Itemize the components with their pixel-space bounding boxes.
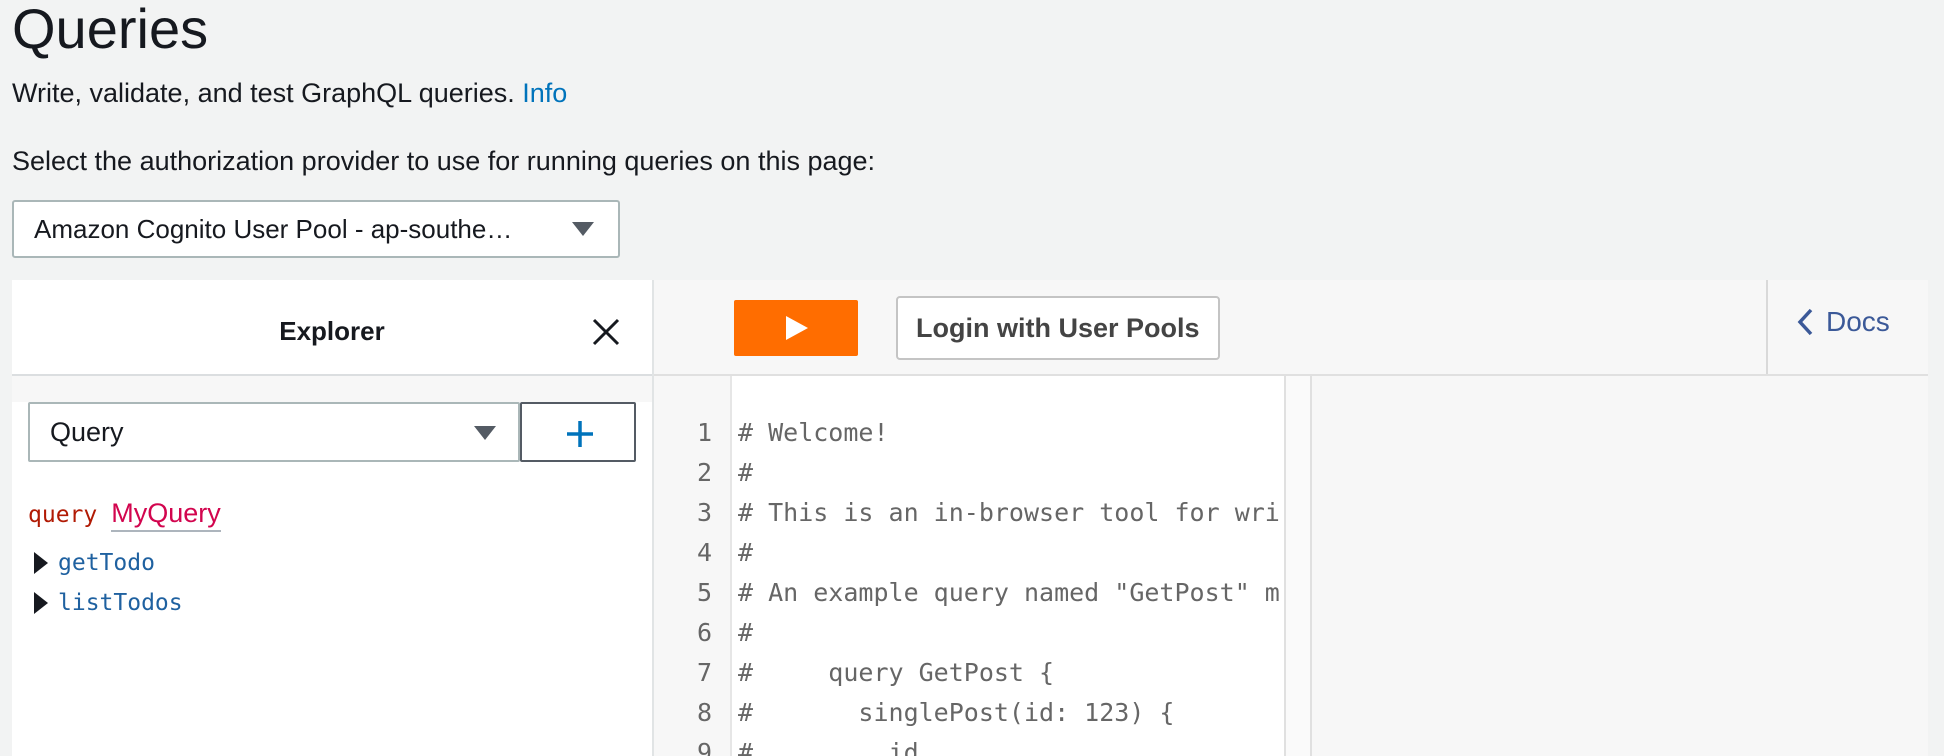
triangle-right-icon — [34, 552, 48, 574]
docs-label: Docs — [1826, 306, 1890, 337]
graphiql-panel: Explorer Query query MyQuery getTodo lis… — [12, 280, 1928, 756]
editor-scrollbar[interactable] — [1286, 376, 1310, 756]
query-definition: query MyQuery — [28, 498, 221, 532]
explorer-header: Explorer — [12, 280, 652, 376]
auth-provider-value: Amazon Cognito User Pool - ap-southe… — [34, 213, 513, 244]
code-line: # — [738, 458, 754, 487]
caret-down-icon — [474, 426, 496, 440]
query-name-input[interactable]: MyQuery — [111, 498, 221, 532]
field-item-listtodos[interactable]: listTodos — [34, 590, 183, 616]
code-line: # Welcome! — [738, 418, 889, 447]
code-line: # This is an in-browser tool for wri — [738, 498, 1280, 527]
query-editor[interactable]: 1 2 3 4 5 6 7 8 9 # Welcome! # # This is… — [654, 376, 1284, 756]
code-line: # — [738, 618, 754, 647]
auth-provider-select[interactable]: Amazon Cognito User Pool - ap-southe… — [12, 200, 620, 258]
description-text: Write, validate, and test GraphQL querie… — [12, 78, 515, 108]
query-keyword: query — [28, 502, 98, 528]
line-number: 8 — [696, 698, 712, 727]
code-line: # id — [738, 738, 919, 756]
explorer-panel: Explorer Query query MyQuery getTodo lis… — [12, 280, 654, 756]
line-number: 3 — [696, 498, 712, 527]
add-operation-button[interactable] — [520, 402, 636, 462]
explorer-toolbar-strip — [12, 376, 652, 402]
field-item-gettodo[interactable]: getTodo — [34, 550, 155, 576]
triangle-right-icon — [34, 592, 48, 614]
explorer-title: Explorer — [279, 316, 385, 346]
line-number: 9 — [696, 738, 712, 756]
chevron-left-icon — [1797, 308, 1813, 336]
editor-toolbar: Login with User Pools Docs — [654, 280, 1928, 376]
code-line: # — [738, 538, 754, 567]
field-label: getTodo — [58, 550, 155, 576]
login-user-pools-button[interactable]: Login with User Pools — [896, 296, 1220, 360]
field-label: listTodos — [58, 590, 183, 616]
operation-type-value: Query — [50, 416, 124, 447]
page-title: Queries — [12, 0, 209, 60]
line-number: 5 — [696, 578, 712, 607]
line-number: 6 — [696, 618, 712, 647]
auth-provider-label: Select the authorization provider to use… — [12, 146, 876, 176]
code-line: # singlePost(id: 123) { — [738, 698, 1175, 727]
plus-icon — [567, 421, 593, 447]
page-description: Write, validate, and test GraphQL querie… — [12, 76, 567, 110]
line-number: 4 — [696, 538, 712, 567]
line-number: 1 — [696, 418, 712, 447]
line-gutter: 1 2 3 4 5 6 7 8 9 — [654, 376, 732, 756]
results-panel — [1312, 376, 1928, 756]
run-button[interactable] — [734, 300, 858, 356]
caret-down-icon — [572, 222, 594, 236]
docs-button[interactable]: Docs — [1796, 306, 1890, 338]
toolbar-divider — [1766, 280, 1768, 374]
line-number: 2 — [696, 458, 712, 487]
line-number: 7 — [696, 658, 712, 687]
code-line: # query GetPost { — [738, 658, 1055, 687]
play-icon — [786, 316, 808, 340]
code-line: # An example query named "GetPost" m — [738, 578, 1280, 607]
close-icon[interactable] — [590, 316, 622, 348]
operation-type-select[interactable]: Query — [28, 402, 520, 462]
info-link[interactable]: Info — [522, 78, 567, 108]
